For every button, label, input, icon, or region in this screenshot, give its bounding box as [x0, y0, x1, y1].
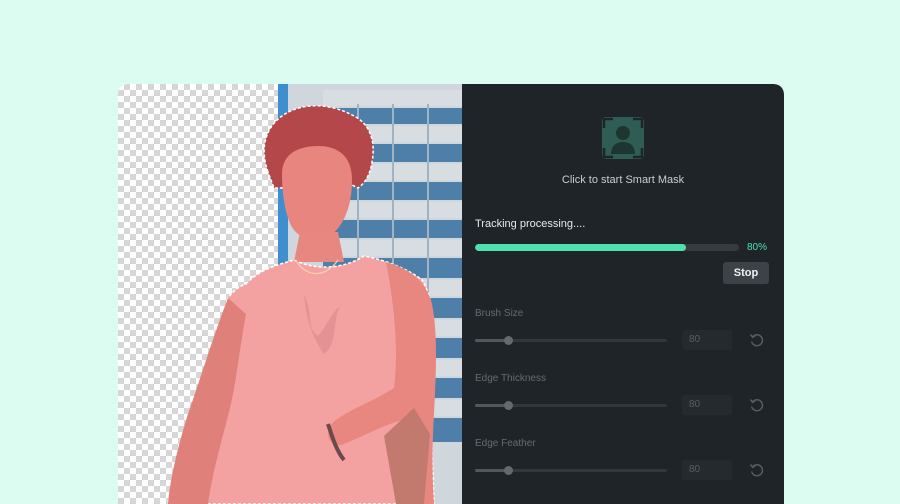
brush-size-input[interactable]: 80 — [682, 330, 732, 350]
portrait-frame-icon[interactable] — [601, 116, 645, 160]
edge-thickness-label: Edge Thickness — [475, 373, 546, 384]
edge-thickness-control: Edge Thickness 80 — [475, 373, 771, 433]
edge-feather-input[interactable]: 80 — [682, 460, 732, 480]
reset-icon[interactable] — [749, 332, 765, 348]
edge-feather-control: Edge Feather 80 — [475, 438, 771, 498]
smart-mask-panel: Click to start Smart Mask Tracking proce… — [462, 84, 784, 504]
brush-size-label: Brush Size — [475, 308, 524, 319]
image-canvas[interactable] — [118, 84, 462, 504]
slider-fill — [475, 404, 508, 407]
reset-icon[interactable] — [749, 397, 765, 413]
edge-thickness-input[interactable]: 80 — [682, 395, 732, 415]
edge-feather-slider[interactable] — [475, 466, 667, 475]
stop-button[interactable]: Stop — [723, 262, 769, 284]
edge-feather-label: Edge Feather — [475, 438, 536, 449]
slider-thumb[interactable] — [503, 466, 513, 475]
smart-mask-card: Click to start Smart Mask Tracking proce… — [118, 84, 784, 504]
tracking-status: Tracking processing.... — [475, 218, 586, 230]
edge-thickness-slider[interactable] — [475, 401, 667, 410]
progress-fill — [475, 244, 687, 251]
progress-percent: 80% — [747, 242, 768, 253]
brush-size-slider[interactable] — [475, 336, 667, 345]
slider-thumb[interactable] — [503, 336, 513, 345]
reset-icon[interactable] — [749, 462, 765, 478]
tracking-progress-bar — [475, 244, 739, 251]
brush-size-control: Brush Size 80 — [475, 308, 771, 368]
masked-photo-preview — [167, 84, 462, 504]
smart-mask-label[interactable]: Click to start Smart Mask — [462, 174, 784, 186]
slider-thumb[interactable] — [503, 401, 513, 410]
slider-fill — [475, 469, 508, 472]
slider-fill — [475, 339, 508, 342]
